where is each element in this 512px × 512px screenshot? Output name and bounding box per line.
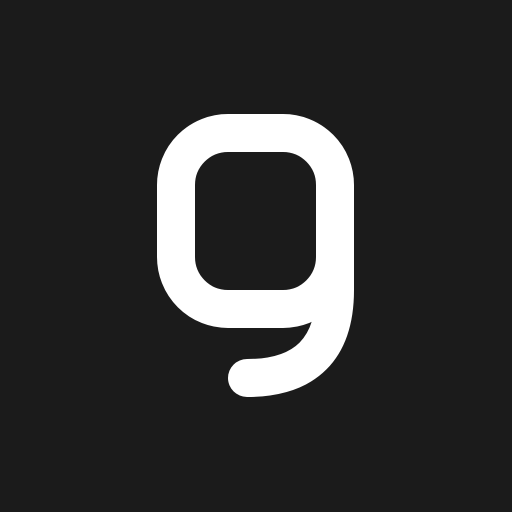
- app-icon: [0, 0, 512, 512]
- g-logo-icon: [0, 0, 512, 512]
- icon-background: [0, 0, 512, 512]
